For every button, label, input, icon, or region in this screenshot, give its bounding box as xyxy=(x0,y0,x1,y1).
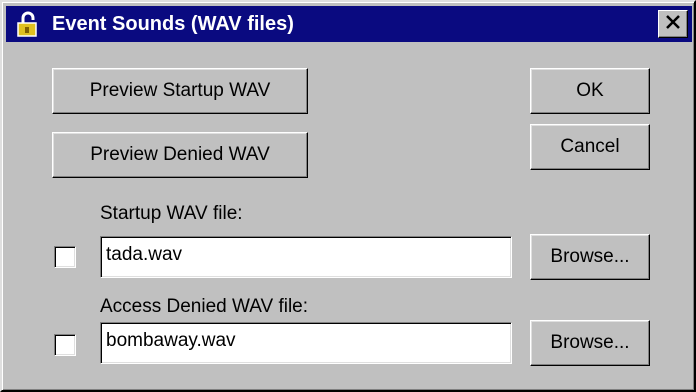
startup-wav-field[interactable]: tada.wav xyxy=(100,236,512,278)
access-denied-wav-field[interactable]: bombaway.wav xyxy=(100,322,512,364)
access-denied-wav-checkbox[interactable] xyxy=(54,334,76,356)
cancel-button[interactable]: Cancel xyxy=(530,124,650,170)
title-bar[interactable]: Event Sounds (WAV files) xyxy=(6,6,692,42)
browse-denied-button[interactable]: Browse... xyxy=(530,320,650,366)
preview-startup-wav-button[interactable]: Preview Startup WAV xyxy=(52,68,308,114)
startup-wav-checkbox[interactable] xyxy=(54,246,76,268)
padlock-icon xyxy=(14,10,42,38)
close-button[interactable] xyxy=(658,10,688,38)
ok-button[interactable]: OK xyxy=(530,68,650,114)
event-sounds-dialog: Event Sounds (WAV files) Preview Startup… xyxy=(0,0,696,392)
close-icon xyxy=(665,14,681,34)
startup-wav-label: Startup WAV file: xyxy=(100,203,243,224)
browse-startup-button[interactable]: Browse... xyxy=(530,234,650,280)
window-title: Event Sounds (WAV files) xyxy=(52,13,294,35)
preview-denied-wav-button[interactable]: Preview Denied WAV xyxy=(52,132,308,178)
access-denied-wav-label: Access Denied WAV file: xyxy=(100,296,309,317)
